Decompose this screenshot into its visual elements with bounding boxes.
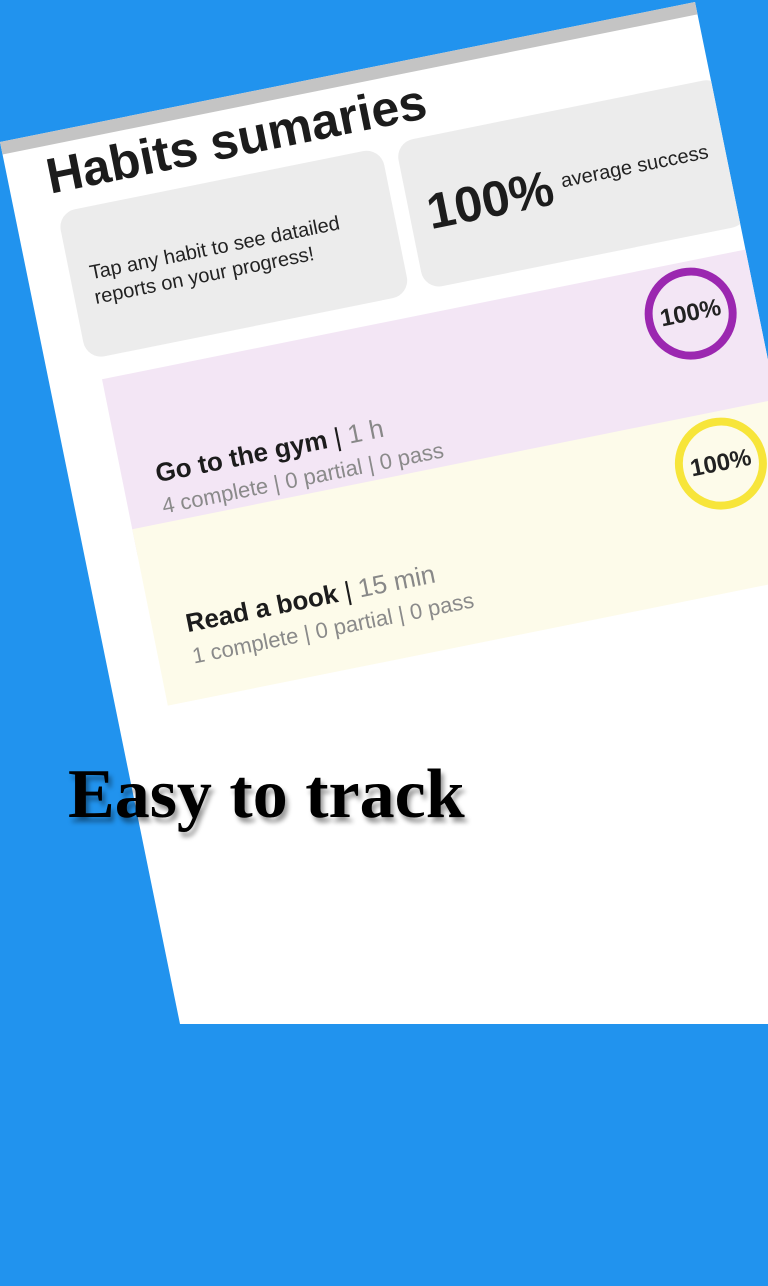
phone-screen: 5:26 Habits sumaries Tap any habit to se… xyxy=(0,2,768,1024)
average-success-value: 100% xyxy=(421,159,559,241)
habit-progress-ring: 100% xyxy=(636,259,745,368)
battery-icon xyxy=(646,2,664,8)
habit-duration: 1 h xyxy=(344,412,387,450)
tip-text: Tap any habit to see datailed reports on… xyxy=(87,212,342,309)
wifi-icon xyxy=(580,2,613,21)
habit-progress-ring: 100% xyxy=(666,409,768,518)
average-success-card: 100% average success xyxy=(395,77,751,290)
signal-icon xyxy=(617,2,642,14)
app-screen: 5:26 Habits sumaries Tap any habit to se… xyxy=(0,2,768,1024)
average-success-label: average success xyxy=(558,141,711,193)
slogan-text: Easy to track xyxy=(68,756,465,833)
status-time: 5:26 xyxy=(57,98,105,132)
system-icons xyxy=(580,2,664,21)
